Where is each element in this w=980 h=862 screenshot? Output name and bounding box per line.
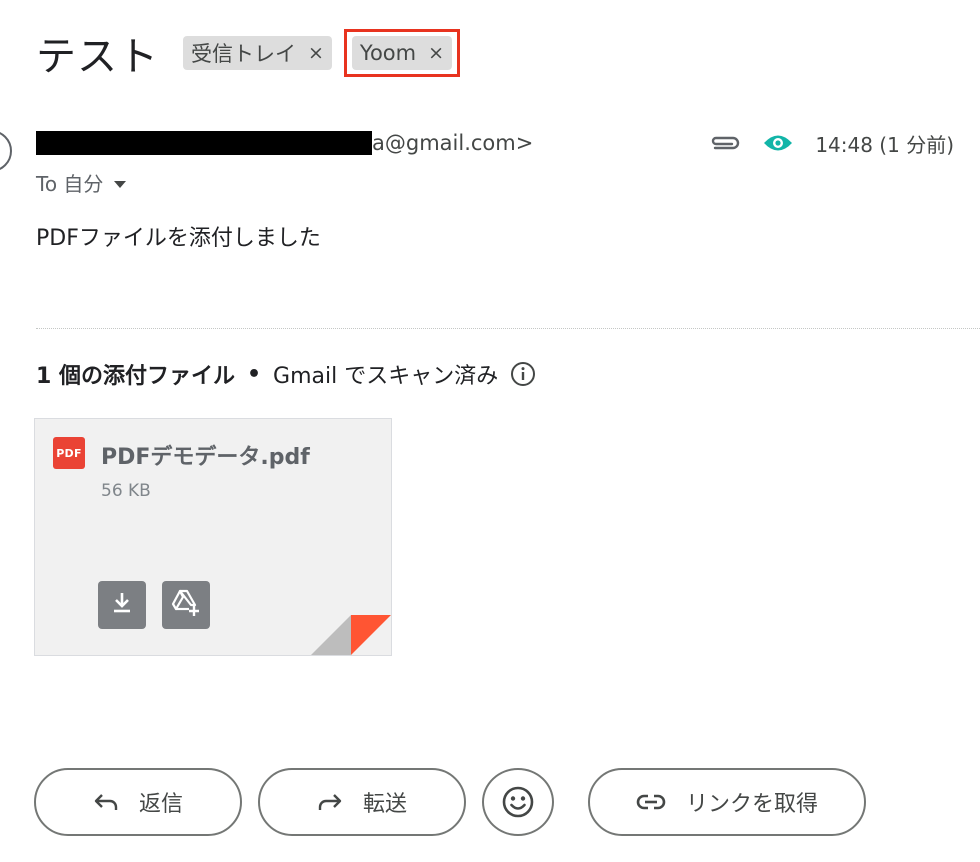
sender-row: a@gmail.com> bbox=[36, 126, 533, 160]
link-icon bbox=[636, 793, 666, 811]
reply-label: 返信 bbox=[138, 792, 183, 817]
reply-arrow-icon bbox=[93, 792, 119, 812]
forward-label: 転送 bbox=[362, 792, 407, 817]
divider bbox=[36, 328, 980, 329]
message-time: 14:48 (1 分前) bbox=[815, 132, 954, 157]
email-subject: テスト bbox=[36, 34, 159, 80]
pdf-file-icon: PDF bbox=[53, 437, 85, 469]
reply-button[interactable]: 返信 bbox=[34, 768, 242, 836]
attachment-file-name: PDFデモデータ.pdf bbox=[101, 445, 310, 470]
remove-label-icon[interactable]: × bbox=[428, 42, 444, 64]
card-corner-fold bbox=[311, 615, 391, 655]
label-chip-yoom[interactable]: Yoom × bbox=[351, 36, 453, 70]
redacted-sender bbox=[36, 131, 372, 155]
eye-icon[interactable] bbox=[763, 133, 793, 153]
highlight-annotation: Yoom × bbox=[343, 29, 461, 77]
email-body: PDFファイルを添付しました bbox=[36, 226, 321, 251]
emoji-reaction-button[interactable] bbox=[482, 768, 554, 836]
message-actions: 返信 転送 リンクを取得 bbox=[34, 766, 866, 838]
download-button[interactable] bbox=[98, 581, 146, 629]
attachment-file-size: 56 KB bbox=[101, 481, 151, 501]
forward-button[interactable]: 転送 bbox=[258, 768, 466, 836]
attachment-card[interactable]: PDF PDFデモデータ.pdf 56 KB bbox=[34, 418, 392, 656]
recipient-details[interactable]: To 自分 bbox=[36, 166, 127, 198]
separator-dot: • bbox=[246, 361, 262, 387]
label-chip-name: Yoom bbox=[359, 41, 417, 65]
message-meta: 14:48 (1 分前) bbox=[707, 126, 954, 160]
smiley-icon bbox=[501, 785, 535, 819]
scan-status: Gmail でスキャン済み bbox=[273, 364, 499, 389]
sender-avatar[interactable] bbox=[0, 130, 12, 172]
remove-label-icon[interactable]: × bbox=[308, 42, 324, 64]
subject-row: テスト 受信トレイ × Yoom × bbox=[36, 24, 461, 82]
drive-add-icon bbox=[170, 588, 202, 623]
label-chip-inbox[interactable]: 受信トレイ × bbox=[183, 36, 332, 70]
download-icon bbox=[109, 590, 135, 621]
sender-email-suffix: a@gmail.com> bbox=[372, 131, 534, 155]
attachments-header: 1 個の添付ファイル • Gmail でスキャン済み bbox=[36, 356, 536, 392]
caret-down-icon[interactable] bbox=[113, 170, 127, 194]
paperclip-icon bbox=[707, 133, 741, 153]
attachment-count: 1 個の添付ファイル bbox=[36, 364, 235, 389]
to-label: To 自分 bbox=[36, 171, 104, 196]
get-link-label: リンクを取得 bbox=[685, 792, 818, 817]
label-chip-name: 受信トレイ bbox=[191, 42, 296, 66]
info-icon[interactable] bbox=[510, 361, 536, 387]
forward-arrow-icon bbox=[317, 792, 343, 812]
get-link-button[interactable]: リンクを取得 bbox=[588, 768, 866, 836]
add-to-drive-button[interactable] bbox=[162, 581, 210, 629]
